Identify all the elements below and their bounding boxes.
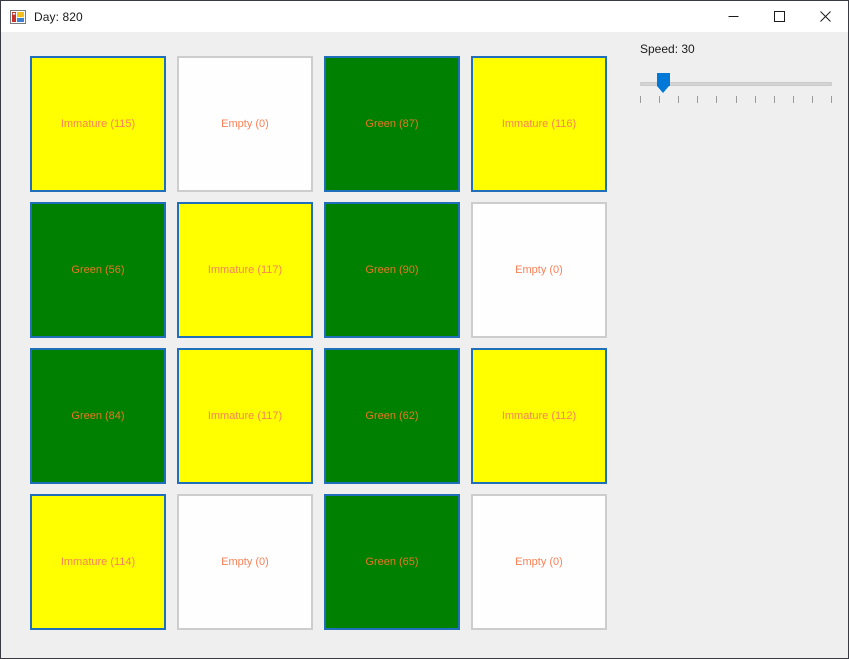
slider-ticks: [640, 96, 832, 103]
title-bar[interactable]: Day: 820: [1, 1, 848, 32]
grid-cell[interactable]: Green (90): [324, 202, 460, 338]
slider-tick: [774, 96, 775, 103]
grid-cell-label: Green (62): [365, 410, 419, 422]
grid-cell-label: Immature (114): [60, 556, 136, 568]
grid-cell-label: Green (90): [365, 264, 419, 276]
grid-cell[interactable]: Empty (0): [177, 56, 313, 192]
grid-cell[interactable]: Empty (0): [177, 494, 313, 630]
grid-cell[interactable]: Immature (115): [30, 56, 166, 192]
grid-cell[interactable]: Immature (116): [471, 56, 607, 192]
grid-cell[interactable]: Green (62): [324, 348, 460, 484]
minimize-button[interactable]: [710, 1, 756, 32]
grid-cell[interactable]: Green (65): [324, 494, 460, 630]
grid-cell-label: Empty (0): [221, 556, 269, 568]
grid-cell[interactable]: Green (87): [324, 56, 460, 192]
grid-cell[interactable]: Empty (0): [471, 202, 607, 338]
grid-cell-label: Green (56): [71, 264, 125, 276]
slider-tick: [678, 96, 679, 103]
application-window: Day: 820 Immature (115) Empty (0) Green …: [0, 0, 849, 659]
grid-cell-label: Immature (115): [60, 118, 136, 130]
client-area: Immature (115) Empty (0) Green (87) Immatur…: [1, 32, 848, 658]
grid-cell-label: Green (65): [365, 556, 419, 568]
window-title: Day: 820: [34, 9, 83, 24]
winforms-app-icon: [10, 9, 26, 25]
speed-panel: Speed: 30: [619, 42, 834, 104]
close-button[interactable]: [802, 1, 848, 32]
slider-thumb[interactable]: [657, 73, 670, 93]
slider-tick: [659, 96, 660, 103]
grid-cell-label: Green (87): [365, 118, 419, 130]
grid-cell-label: Green (84): [71, 410, 125, 422]
grid-cell[interactable]: Immature (117): [177, 348, 313, 484]
slider-tick: [640, 96, 641, 103]
grid-cell[interactable]: Immature (112): [471, 348, 607, 484]
grid-cell-label: Empty (0): [221, 118, 269, 130]
grid-cell[interactable]: Immature (117): [177, 202, 313, 338]
slider-tick: [697, 96, 698, 103]
slider-tick: [831, 96, 832, 103]
grid-cell-label: Empty (0): [515, 556, 563, 568]
grid-cell[interactable]: Green (56): [30, 202, 166, 338]
grid-cell-label: Immature (117): [207, 264, 283, 276]
slider-tick: [716, 96, 717, 103]
grid-cell[interactable]: Empty (0): [471, 494, 607, 630]
window-controls: [710, 1, 848, 32]
slider-tick: [812, 96, 813, 103]
maximize-button[interactable]: [756, 1, 802, 32]
grid-cell-label: Immature (117): [207, 410, 283, 422]
grid-cell-label: Empty (0): [515, 264, 563, 276]
slider-tick: [736, 96, 737, 103]
slider-tick: [755, 96, 756, 103]
grid-cell[interactable]: Immature (114): [30, 494, 166, 630]
simulation-grid: Immature (115) Empty (0) Green (87) Immatur…: [30, 56, 607, 630]
slider-tick: [793, 96, 794, 103]
grid-cell-label: Immature (116): [501, 118, 577, 130]
speed-label: Speed: 30: [640, 42, 695, 56]
grid-cell-label: Immature (112): [501, 410, 577, 422]
speed-slider[interactable]: [619, 70, 832, 104]
grid-cell[interactable]: Green (84): [30, 348, 166, 484]
